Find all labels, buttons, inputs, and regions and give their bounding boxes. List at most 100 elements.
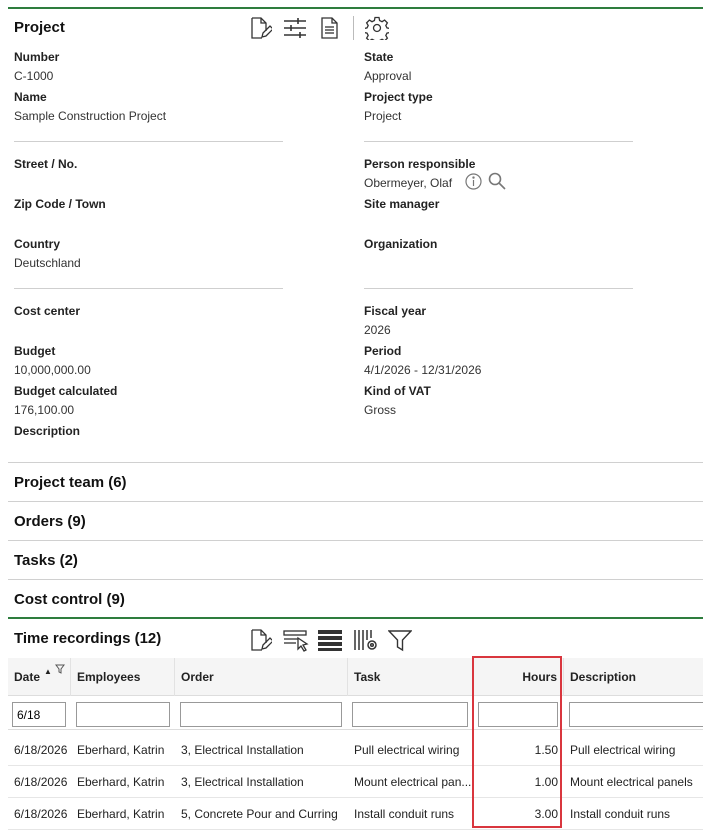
field-person-responsible: Person responsible Obermeyer, Olaf [364,156,475,191]
table-row[interactable]: 6/18/2026 Eberhard, Katrin 5, Concrete P… [8,798,703,830]
name-label: Name [14,90,47,104]
field-description: Description [14,423,80,439]
cell-employee: Eberhard, Katrin [77,807,165,821]
section-tasks[interactable]: Tasks (2) [14,552,78,569]
employees-filter-input[interactable] [76,702,170,727]
cell-description: Pull electrical wiring [570,743,676,757]
period-label: Period [364,344,402,358]
section-divider [8,501,703,502]
field-street: Street / No. [14,156,77,172]
hours-filter-input[interactable] [478,702,558,727]
field-period: Period 4/1/2026 - 12/31/2026 [364,343,481,378]
gear-icon[interactable] [363,16,391,45]
cell-description: Install conduit runs [570,807,671,821]
column-header-order[interactable]: Order [175,658,348,696]
column-header-date[interactable]: Date ▲ [8,658,71,696]
settings-sliders-icon[interactable] [283,16,307,40]
cell-employee: Eberhard, Katrin [77,775,165,789]
field-organization: Organization [364,236,437,252]
field-site-manager: Site manager [364,196,439,212]
info-icon[interactable] [465,172,482,195]
cell-employee: Eberhard, Katrin [77,743,165,757]
field-cost-center: Cost center [14,303,80,319]
field-budget: Budget 10,000,000.00 [14,343,91,378]
divider [364,141,633,142]
period-value: 4/1/2026 - 12/31/2026 [364,363,482,377]
cell-date: 6/18/2026 [14,775,68,789]
project-section-title: Project [14,19,65,36]
number-label: Number [14,50,60,64]
description-filter-input[interactable] [569,702,703,727]
edit-document-icon[interactable] [248,16,274,40]
section-orders[interactable]: Orders (9) [14,513,86,530]
field-kind-of-vat: Kind of VAT Gross [364,383,431,418]
budget-value: 10,000,000.00 [14,363,91,377]
state-value: Approval [364,69,412,83]
description-label: Description [14,424,81,438]
cell-date: 6/18/2026 [14,807,68,821]
search-icon[interactable] [488,172,506,195]
divider [14,141,283,142]
section-divider [8,579,703,580]
task-filter-input[interactable] [352,702,468,727]
budget-calculated-value: 176,100.00 [14,403,75,417]
cell-task: Pull electrical wiring [354,743,460,757]
section-time-recordings[interactable]: Time recordings (12) [14,630,161,647]
budget-label: Budget [14,344,56,358]
column-filter-icon[interactable] [55,663,65,677]
column-label: Date [14,670,41,684]
project-detail-page: Project Number C-1000 Name Sample Constr… [0,0,703,835]
field-project-type: Project type Project [364,89,433,124]
order-filter-input[interactable] [180,702,342,727]
cost-center-label: Cost center [14,304,81,318]
time-recordings-toolbar [248,628,413,652]
person-responsible-label: Person responsible [364,157,476,171]
organization-label: Organization [364,237,438,251]
person-responsible-value[interactable]: Obermeyer, Olaf [364,175,475,191]
kind-of-vat-label: Kind of VAT [364,384,431,398]
select-rows-icon[interactable] [283,628,309,652]
cell-date: 6/18/2026 [14,743,68,757]
field-country: Country Deutschland [14,236,81,271]
section-project-team[interactable]: Project team (6) [14,474,127,491]
fiscal-year-label: Fiscal year [364,304,427,318]
toolbar-separator [353,16,354,40]
cell-hours: 1.50 [534,743,558,757]
field-number: Number C-1000 [14,49,59,84]
country-label: Country [14,237,60,251]
column-header-hours[interactable]: Hours [474,658,564,696]
project-type-label: Project type [364,90,433,104]
date-filter-input[interactable] [12,702,66,727]
site-manager-label: Site manager [364,197,440,211]
budget-calculated-label: Budget calculated [14,384,118,398]
section-divider [8,462,703,463]
column-header-task[interactable]: Task [348,658,474,696]
sort-ascending-icon: ▲ [44,666,52,676]
section-cost-control[interactable]: Cost control (9) [14,591,125,608]
filter-icon[interactable] [387,628,413,652]
field-zip-town: Zip Code / Town [14,196,106,212]
edit-document-icon[interactable] [248,628,274,652]
project-type-value: Project [364,109,402,123]
table-row[interactable]: 6/18/2026 Eberhard, Katrin 3, Electrical… [8,766,703,798]
section-divider-active [8,617,703,619]
cell-task: Mount electrical pan... [354,775,472,789]
divider [364,288,633,289]
table-filter-row [8,696,703,730]
columns-settings-icon[interactable] [353,628,377,652]
document-icon[interactable] [318,16,342,40]
name-value: Sample Construction Project [14,109,167,123]
time-recordings-table: Date ▲ Employees Order Task Hours Descri… [8,658,703,835]
cell-task: Install conduit runs [354,807,455,821]
table-row[interactable]: 6/18/2026 Eberhard, Katrin 3, Electrical… [8,734,703,766]
state-label: State [364,50,394,64]
number-value: C-1000 [14,69,54,83]
field-fiscal-year: Fiscal year 2026 [364,303,426,338]
column-header-description[interactable]: Description [564,658,703,696]
cell-order: 3, Electrical Installation [181,775,304,789]
column-header-employees[interactable]: Employees [71,658,175,696]
cell-hours: 1.00 [534,775,558,789]
table-header: Date ▲ Employees Order Task Hours Descri… [8,658,703,696]
person-responsible-actions [465,172,506,195]
rows-icon[interactable] [318,628,342,652]
